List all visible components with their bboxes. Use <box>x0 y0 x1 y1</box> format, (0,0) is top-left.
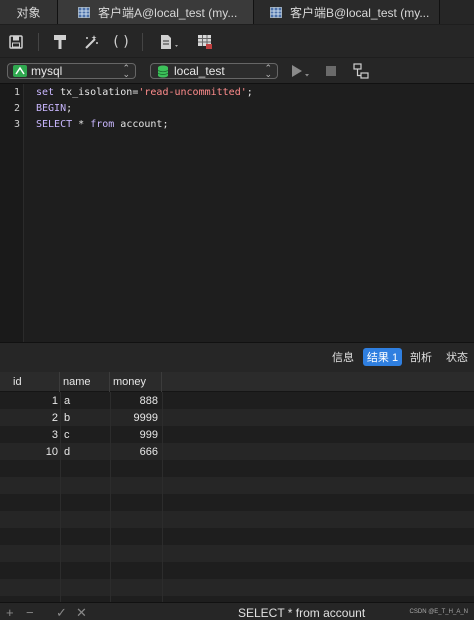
format-icon <box>54 35 66 49</box>
save-icon <box>9 35 23 49</box>
toolbar-separator <box>38 33 39 51</box>
cell-name[interactable]: c <box>64 426 108 443</box>
line-gutter: 1 2 3 <box>0 84 24 342</box>
connection-select[interactable]: mysql ⌃ ⌄ <box>7 63 136 79</box>
cell-money[interactable]: 666 <box>110 443 158 460</box>
chevron-updown-icon: ⌃ ⌄ <box>122 63 130 79</box>
table-row[interactable]: 3 c 999 <box>0 426 474 443</box>
status-bar: + − ✓ ✕ SELECT * from account CSDN @E_T_… <box>0 602 474 620</box>
cell-money[interactable]: 999 <box>110 426 158 443</box>
tab-objects[interactable]: 对象 <box>0 0 58 24</box>
selector-row: mysql ⌃ ⌄ local_test ⌃ ⌄ <box>0 58 474 84</box>
sql-editor[interactable]: 1 2 3 set tx_isolation='read-uncommitted… <box>0 84 474 342</box>
mysql-connection-icon <box>13 65 27 77</box>
cell-id[interactable]: 2 <box>10 409 58 426</box>
column-header-name[interactable]: name <box>60 372 110 392</box>
explain-tree-icon <box>353 63 369 79</box>
line-number: 2 <box>13 103 20 114</box>
delete-row-icon[interactable]: − <box>26 605 34 620</box>
tab-client-b[interactable]: 客户端B@local_test (my... <box>254 0 440 24</box>
tab-bar-empty <box>440 0 474 24</box>
empty-row <box>0 511 474 528</box>
column-divider <box>162 392 163 602</box>
empty-row <box>0 545 474 562</box>
status-query-text: SELECT * from account <box>238 606 366 620</box>
empty-row <box>0 579 474 596</box>
table-grid-button[interactable] <box>196 33 214 51</box>
beautify-button[interactable] <box>82 33 100 51</box>
column-divider <box>60 392 61 602</box>
chevron-updown-icon: ⌃ ⌄ <box>264 63 272 79</box>
cell-money[interactable]: 9999 <box>110 409 158 426</box>
result-grid-header: id name money <box>0 372 474 392</box>
column-header-id[interactable]: id <box>10 372 60 392</box>
database-icon <box>157 65 169 77</box>
apply-icon[interactable]: ✓ <box>56 605 67 620</box>
column-header-money[interactable]: money <box>110 372 162 392</box>
empty-row <box>0 528 474 545</box>
empty-row <box>0 562 474 579</box>
document-icon <box>161 35 178 49</box>
cell-name[interactable]: d <box>64 443 108 460</box>
table-row[interactable]: 2 b 9999 <box>0 409 474 426</box>
query-table-icon <box>78 6 90 18</box>
connection-value: mysql <box>31 64 63 78</box>
tab-objects-label: 对象 <box>16 5 41 20</box>
result-grid: 1 a 888 2 b 9999 3 c 999 10 d 666 <box>0 392 474 602</box>
watermark: CSDN @E_T_H_A_N <box>409 609 468 615</box>
discard-icon[interactable]: ✕ <box>76 605 87 620</box>
format-button[interactable] <box>52 33 68 51</box>
empty-row <box>0 494 474 511</box>
line-number: 1 <box>13 87 20 98</box>
row-header-corner <box>0 372 10 392</box>
save-button[interactable] <box>8 33 24 51</box>
tab-client-a[interactable]: 客户端A@local_test (my... <box>58 0 254 24</box>
cell-id[interactable]: 10 <box>10 443 58 460</box>
tab-client-b-label: 客户端B@local_test (my... <box>290 5 430 20</box>
run-button[interactable] <box>290 62 312 80</box>
document-button[interactable] <box>158 33 182 51</box>
explain-button[interactable] <box>352 62 370 80</box>
tab-bar: 对象 客户端A@local_test (my... 客户端B@local_tes… <box>0 0 474 24</box>
database-select[interactable]: local_test ⌃ ⌄ <box>150 63 278 79</box>
column-divider <box>110 392 111 602</box>
tab-info[interactable]: 信息 <box>328 348 358 366</box>
parentheses-icon: ( ) <box>113 34 129 50</box>
code-line: BEGIN; <box>36 103 73 114</box>
play-icon <box>292 65 309 77</box>
code-line: set tx_isolation='read-uncommitted'; <box>36 87 253 98</box>
table-row[interactable]: 1 a 888 <box>0 392 474 409</box>
tab-profile[interactable]: 剖析 <box>406 348 436 366</box>
line-number: 3 <box>13 119 20 130</box>
stop-icon <box>326 66 336 76</box>
tab-status[interactable]: 状态 <box>442 348 472 366</box>
add-row-icon[interactable]: + <box>6 605 14 620</box>
tab-result-1[interactable]: 结果 1 <box>363 348 402 366</box>
cell-id[interactable]: 1 <box>10 392 58 409</box>
empty-row <box>0 460 474 477</box>
stop-button[interactable] <box>324 62 338 80</box>
cell-name[interactable]: a <box>64 392 108 409</box>
tab-client-a-label: 客户端A@local_test (my... <box>98 5 238 20</box>
result-tabs: 信息 结果 1 剖析 状态 <box>0 342 474 372</box>
empty-row <box>0 477 474 494</box>
table-row[interactable]: 10 d 666 <box>0 443 474 460</box>
toolbar-separator <box>142 33 143 51</box>
beautify-icon <box>85 35 98 49</box>
cell-id[interactable]: 3 <box>10 426 58 443</box>
database-value: local_test <box>174 64 225 78</box>
query-table-icon <box>270 6 282 18</box>
parentheses-button[interactable]: ( ) <box>112 33 130 51</box>
code-line: SELECT * from account; <box>36 119 169 130</box>
cell-money[interactable]: 888 <box>110 392 158 409</box>
cell-name[interactable]: b <box>64 409 108 426</box>
toolbar: ( ) <box>0 25 474 57</box>
table-grid-icon <box>198 35 212 49</box>
